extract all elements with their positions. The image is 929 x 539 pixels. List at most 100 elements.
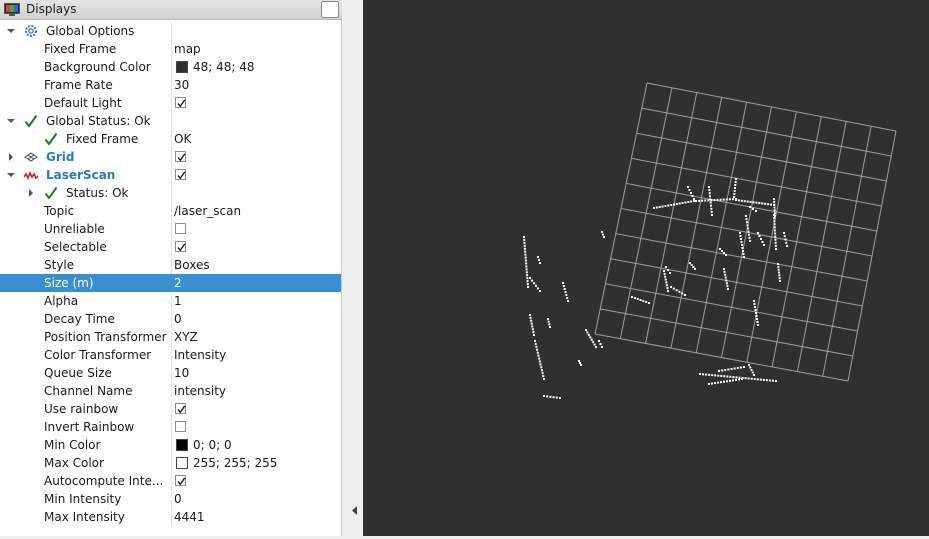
collapsed-arrow-icon[interactable] bbox=[26, 184, 36, 202]
color-swatch[interactable] bbox=[176, 457, 188, 469]
property-value-cell[interactable]: 0 bbox=[172, 490, 341, 508]
property-value-cell[interactable]: XYZ bbox=[172, 328, 341, 346]
property-row[interactable]: Fixed Frame map bbox=[0, 40, 341, 58]
property-value-cell[interactable]: 0; 0; 0 bbox=[172, 436, 341, 454]
checkbox-checked[interactable] bbox=[175, 169, 186, 180]
render-viewport[interactable] bbox=[363, 0, 929, 536]
property-value-cell[interactable] bbox=[172, 148, 341, 166]
expand-arrow-icon[interactable] bbox=[6, 112, 16, 130]
property-name-cell[interactable]: Style bbox=[0, 256, 171, 274]
property-name-cell[interactable]: Autocompute Inte... bbox=[0, 472, 171, 490]
color-swatch[interactable] bbox=[176, 61, 188, 73]
property-name-cell[interactable]: Default Light bbox=[0, 94, 171, 112]
property-value-cell[interactable]: 2 bbox=[172, 274, 341, 292]
property-name-cell[interactable]: Max Intensity bbox=[0, 508, 171, 526]
undock-button[interactable] bbox=[321, 1, 339, 18]
property-row[interactable]: Position Transformer XYZ bbox=[0, 328, 341, 346]
property-row[interactable]: Selectable bbox=[0, 238, 341, 256]
property-row[interactable]: Size (m) 2 bbox=[0, 274, 341, 292]
property-value-cell[interactable] bbox=[172, 418, 341, 436]
checkbox-checked[interactable] bbox=[175, 475, 186, 486]
collapse-left-arrow-icon[interactable] bbox=[351, 504, 359, 515]
display-property-tree[interactable]: Global Options Fixed Frame map Background C… bbox=[0, 22, 341, 526]
property-value-cell[interactable]: 4441 bbox=[172, 508, 341, 526]
checkbox-checked[interactable] bbox=[175, 97, 186, 108]
property-name-cell[interactable]: Alpha bbox=[0, 292, 171, 310]
property-value-cell[interactable]: OK bbox=[172, 130, 341, 148]
checkbox-unchecked[interactable] bbox=[175, 223, 186, 234]
property-value-cell[interactable] bbox=[172, 238, 341, 256]
property-value-cell[interactable]: Intensity bbox=[172, 346, 341, 364]
property-name-cell[interactable]: Fixed Frame bbox=[0, 40, 171, 58]
property-name-cell[interactable]: Frame Rate bbox=[0, 76, 171, 94]
property-name-cell[interactable]: Invert Rainbow bbox=[0, 418, 171, 436]
property-name-cell[interactable]: Background Color bbox=[0, 58, 171, 76]
color-swatch[interactable] bbox=[176, 439, 188, 451]
3d-scene[interactable] bbox=[363, 0, 929, 536]
property-value-cell[interactable] bbox=[172, 400, 341, 418]
property-name-cell[interactable]: Status: Ok bbox=[0, 184, 171, 202]
property-row[interactable]: Channel Name intensity bbox=[0, 382, 341, 400]
property-row[interactable]: Max Color 255; 255; 255 bbox=[0, 454, 341, 472]
property-name-cell[interactable]: Size (m) bbox=[0, 274, 171, 292]
property-row[interactable]: Topic/laser_scan bbox=[0, 202, 341, 220]
property-value-cell[interactable] bbox=[172, 220, 341, 238]
property-row[interactable]: Global Status: Ok bbox=[0, 112, 341, 130]
property-row[interactable]: Invert Rainbow bbox=[0, 418, 341, 436]
property-value-cell[interactable] bbox=[172, 472, 341, 490]
checkbox-unchecked[interactable] bbox=[175, 421, 186, 432]
property-name-cell[interactable]: Global Status: Ok bbox=[0, 112, 171, 130]
property-name-cell[interactable]: Queue Size bbox=[0, 364, 171, 382]
property-row[interactable]: Background Color 48; 48; 48 bbox=[0, 58, 341, 76]
expand-arrow-icon[interactable] bbox=[6, 22, 16, 40]
property-name-cell[interactable]: Fixed Frame bbox=[0, 130, 171, 148]
property-row[interactable]: Grid bbox=[0, 148, 341, 166]
property-value-cell[interactable] bbox=[172, 94, 341, 112]
property-value-cell[interactable]: 255; 255; 255 bbox=[172, 454, 341, 472]
property-name-cell[interactable]: Use rainbow bbox=[0, 400, 171, 418]
property-value-cell[interactable]: 1 bbox=[172, 292, 341, 310]
property-name-cell[interactable]: Grid bbox=[0, 148, 171, 166]
displays-titlebar[interactable]: Displays bbox=[0, 0, 342, 20]
property-row[interactable]: Min Intensity 0 bbox=[0, 490, 341, 508]
property-name-cell[interactable]: Unreliable bbox=[0, 220, 171, 238]
property-value-cell[interactable]: map bbox=[172, 40, 341, 58]
property-row[interactable]: Decay Time 0 bbox=[0, 310, 341, 328]
property-name-cell[interactable]: Min Color bbox=[0, 436, 171, 454]
property-row[interactable]: Global Options bbox=[0, 22, 341, 40]
checkbox-checked[interactable] bbox=[175, 241, 186, 252]
property-value-cell[interactable]: 0 bbox=[172, 310, 341, 328]
property-row[interactable]: Use rainbow bbox=[0, 400, 341, 418]
property-row[interactable]: Style Boxes bbox=[0, 256, 341, 274]
property-row[interactable]: Alpha 1 bbox=[0, 292, 341, 310]
property-row[interactable]: Unreliable bbox=[0, 220, 341, 238]
property-row[interactable]: Frame Rate 30 bbox=[0, 76, 341, 94]
property-row[interactable]: Fixed Frame OK bbox=[0, 130, 341, 148]
property-value-cell[interactable] bbox=[172, 112, 341, 130]
property-value-cell[interactable] bbox=[172, 166, 341, 184]
property-name-cell[interactable]: Topic bbox=[0, 202, 171, 220]
property-row[interactable]: Autocompute Inte... bbox=[0, 472, 341, 490]
property-row[interactable]: Queue Size 10 bbox=[0, 364, 341, 382]
checkbox-checked[interactable] bbox=[175, 403, 186, 414]
property-row[interactable]: Default Light bbox=[0, 94, 341, 112]
property-row[interactable]: Color Transformer Intensity bbox=[0, 346, 341, 364]
expand-arrow-icon[interactable] bbox=[6, 166, 16, 184]
property-value-cell[interactable]: /laser_scan bbox=[172, 202, 341, 220]
property-name-cell[interactable]: Channel Name bbox=[0, 382, 171, 400]
checkbox-checked[interactable] bbox=[175, 151, 186, 162]
property-row[interactable]: LaserScan bbox=[0, 166, 341, 184]
property-value-cell[interactable]: 10 bbox=[172, 364, 341, 382]
property-name-cell[interactable]: LaserScan bbox=[0, 166, 171, 184]
property-name-cell[interactable]: Selectable bbox=[0, 238, 171, 256]
property-value-cell[interactable]: intensity bbox=[172, 382, 341, 400]
property-value-cell[interactable]: Boxes bbox=[172, 256, 341, 274]
property-name-cell[interactable]: Global Options bbox=[0, 22, 171, 40]
property-value-cell[interactable] bbox=[172, 22, 341, 40]
property-name-cell[interactable]: Decay Time bbox=[0, 310, 171, 328]
panel-splitter[interactable] bbox=[343, 0, 363, 536]
property-row[interactable]: Status: Ok bbox=[0, 184, 341, 202]
property-value-cell[interactable] bbox=[172, 184, 341, 202]
property-name-cell[interactable]: Color Transformer bbox=[0, 346, 171, 364]
property-row[interactable]: Min Color 0; 0; 0 bbox=[0, 436, 341, 454]
